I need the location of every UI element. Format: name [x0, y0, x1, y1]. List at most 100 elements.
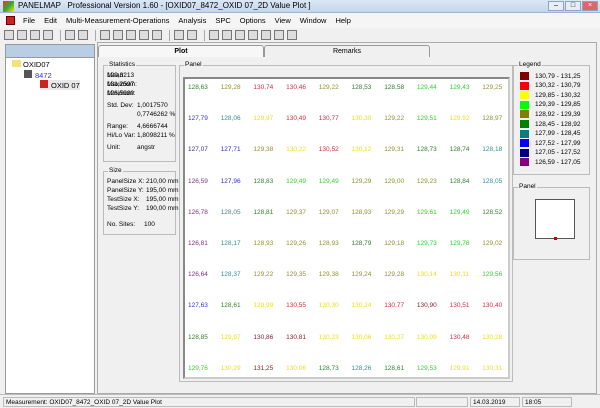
toolbar-button-icon[interactable]: [17, 30, 27, 40]
site-value[interactable]: 130,51: [450, 302, 480, 309]
site-value[interactable]: 129,29: [352, 178, 382, 185]
site-value[interactable]: 128,63: [188, 84, 218, 91]
site-value[interactable]: 130,48: [450, 334, 480, 341]
site-value[interactable]: 130,31: [482, 365, 512, 372]
tree-node-measurement[interactable]: OXID 07: [40, 80, 80, 90]
menu-multi-measurement-operations[interactable]: Multi-Measurement-Operations: [66, 16, 169, 25]
site-value[interactable]: 129,99: [253, 302, 283, 309]
site-value[interactable]: 128,84: [450, 178, 480, 185]
toolbar-button-icon[interactable]: [43, 30, 53, 40]
site-value[interactable]: 128,85: [188, 334, 218, 341]
site-value[interactable]: 130,22: [286, 146, 316, 153]
site-value[interactable]: 128,93: [253, 240, 283, 247]
menu-spc[interactable]: SPC: [215, 16, 230, 25]
site-value[interactable]: 128,73: [417, 146, 447, 153]
document-icon[interactable]: [6, 16, 15, 25]
menu-help[interactable]: Help: [335, 16, 350, 25]
tab-plot[interactable]: Plot: [98, 45, 264, 57]
site-value[interactable]: 129,97: [253, 115, 283, 122]
site-value[interactable]: 130,49: [286, 115, 316, 122]
menu-options[interactable]: Options: [240, 16, 266, 25]
site-value[interactable]: 129,24: [352, 271, 382, 278]
site-value[interactable]: 129,78: [450, 240, 480, 247]
site-value[interactable]: 129,23: [417, 178, 447, 185]
site-value[interactable]: 129,56: [482, 271, 512, 278]
toolbar-button-icon[interactable]: [65, 30, 75, 40]
menu-window[interactable]: Window: [300, 16, 327, 25]
site-value[interactable]: 130,06: [352, 334, 382, 341]
site-value[interactable]: 129,22: [319, 84, 349, 91]
site-value[interactable]: 129,28: [221, 84, 251, 91]
site-value[interactable]: 128,17: [221, 240, 251, 247]
site-value[interactable]: 128,61: [384, 365, 414, 372]
site-value[interactable]: 129,97: [221, 334, 251, 341]
site-value[interactable]: 130,24: [352, 302, 382, 309]
toolbar-button-icon[interactable]: [235, 30, 245, 40]
site-value[interactable]: 130,09: [417, 334, 447, 341]
site-value[interactable]: 128,52: [482, 209, 512, 216]
site-value[interactable]: 129,49: [286, 178, 316, 185]
site-value[interactable]: 130,28: [482, 334, 512, 341]
site-value[interactable]: 127,07: [188, 146, 218, 153]
site-value[interactable]: 129,73: [417, 240, 447, 247]
site-value[interactable]: 129,22: [253, 271, 283, 278]
site-value[interactable]: 128,05: [482, 178, 512, 185]
site-value[interactable]: 126,78: [188, 209, 218, 216]
site-value[interactable]: 128,53: [352, 84, 382, 91]
site-value[interactable]: 126,64: [188, 271, 218, 278]
site-value[interactable]: 130,77: [384, 302, 414, 309]
site-value[interactable]: 129,91: [450, 365, 480, 372]
site-value[interactable]: 130,52: [319, 146, 349, 153]
site-value[interactable]: 129,22: [384, 115, 414, 122]
site-value[interactable]: 128,06: [221, 115, 251, 122]
site-value[interactable]: 126,81: [188, 240, 218, 247]
site-value[interactable]: 130,40: [482, 302, 512, 309]
site-value[interactable]: 129,07: [319, 209, 349, 216]
site-value[interactable]: 127,79: [188, 115, 218, 122]
site-value[interactable]: 130,77: [319, 115, 349, 122]
site-value[interactable]: 128,58: [384, 84, 414, 91]
site-value[interactable]: 129,76: [188, 365, 218, 372]
site-value[interactable]: 128,37: [221, 271, 251, 278]
toolbar-button-icon[interactable]: [248, 30, 258, 40]
site-value[interactable]: 128,61: [221, 302, 251, 309]
site-value[interactable]: 128,83: [253, 178, 283, 185]
site-value[interactable]: 126,59: [188, 178, 218, 185]
site-value[interactable]: 129,43: [450, 84, 480, 91]
site-value[interactable]: 130,86: [253, 334, 283, 341]
site-value[interactable]: 128,18: [482, 146, 512, 153]
site-value[interactable]: 130,14: [417, 271, 447, 278]
site-value[interactable]: 128,81: [253, 209, 283, 216]
site-value[interactable]: 129,37: [286, 209, 316, 216]
site-value[interactable]: 129,25: [482, 84, 512, 91]
toolbar-button-icon[interactable]: [139, 30, 149, 40]
toolbar-button-icon[interactable]: [30, 30, 40, 40]
site-value[interactable]: 130,29: [221, 365, 251, 372]
site-value[interactable]: 130,06: [286, 365, 316, 372]
site-value[interactable]: 130,30: [319, 302, 349, 309]
site-value[interactable]: 128,74: [450, 146, 480, 153]
site-value[interactable]: 128,93: [319, 240, 349, 247]
site-value[interactable]: 128,73: [319, 365, 349, 372]
toolbar-button-icon[interactable]: [113, 30, 123, 40]
site-value[interactable]: 130,55: [286, 302, 316, 309]
site-value[interactable]: 127,71: [221, 146, 251, 153]
close-button[interactable]: ×: [582, 1, 598, 11]
tree-node-root[interactable]: OXID07: [12, 60, 50, 69]
site-value[interactable]: 128,05: [221, 209, 251, 216]
minimize-button[interactable]: –: [548, 1, 564, 11]
menu-edit[interactable]: Edit: [44, 16, 57, 25]
site-value[interactable]: 128,79: [352, 240, 382, 247]
site-value[interactable]: 128,97: [482, 115, 512, 122]
site-value[interactable]: 130,30: [352, 115, 382, 122]
site-value[interactable]: 129,18: [384, 240, 414, 247]
site-value[interactable]: 129,31: [384, 146, 414, 153]
site-value[interactable]: 130,11: [450, 271, 480, 278]
site-value[interactable]: 128,93: [352, 209, 382, 216]
tree-node-panel[interactable]: 8472: [24, 70, 52, 80]
tab-remarks[interactable]: Remarks: [264, 45, 430, 57]
site-value[interactable]: 129,28: [384, 271, 414, 278]
site-value[interactable]: 129,38: [319, 271, 349, 278]
site-value[interactable]: 130,90: [417, 302, 447, 309]
site-value[interactable]: 128,26: [352, 365, 382, 372]
